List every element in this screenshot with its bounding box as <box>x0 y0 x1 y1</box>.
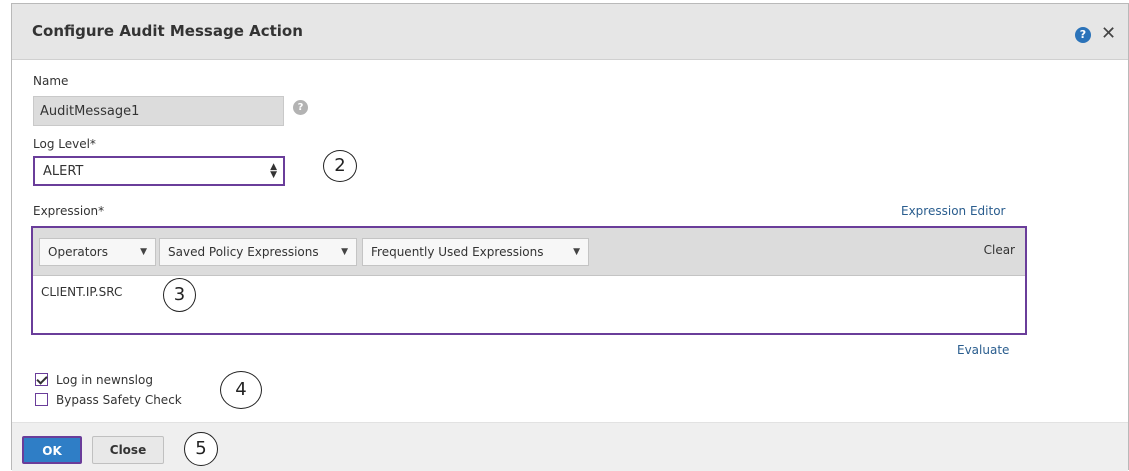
name-help-icon[interactable]: ? <box>293 100 308 115</box>
dialog-title: Configure Audit Message Action <box>32 22 303 40</box>
help-icon[interactable]: ? <box>1075 27 1091 43</box>
clear-button[interactable]: Clear <box>984 243 1015 257</box>
ok-button[interactable]: OK <box>22 436 82 464</box>
callout-2: 2 <box>323 150 357 182</box>
evaluate-link[interactable]: Evaluate <box>957 343 1009 357</box>
log-level-select[interactable]: ALERT ▲ ▼ <box>33 156 285 186</box>
chevron-down-icon: ▼ <box>573 247 580 257</box>
log-level-value: ALERT <box>43 164 84 179</box>
log-level-label: Log Level* <box>33 137 96 151</box>
close-icon[interactable]: ✕ <box>1101 24 1116 44</box>
log-in-newnslog-checkbox[interactable] <box>35 373 48 386</box>
callout-5: 5 <box>184 432 218 466</box>
expression-textarea[interactable]: CLIENT.IP.SRC <box>41 285 122 299</box>
expression-label: Expression* <box>33 204 105 218</box>
expression-toolbar: Operators ▼ Saved Policy Expressions ▼ F… <box>33 228 1025 276</box>
select-arrows-icon: ▲ ▼ <box>270 162 277 180</box>
callout-4: 4 <box>220 371 262 409</box>
frequently-used-expressions-dropdown[interactable]: Frequently Used Expressions ▼ <box>362 238 589 266</box>
log-in-newnslog-option[interactable]: Log in newnslog <box>35 373 153 387</box>
close-button[interactable]: Close <box>92 436 164 464</box>
bypass-safety-check-label: Bypass Safety Check <box>56 393 182 407</box>
operators-dropdown[interactable]: Operators ▼ <box>39 238 156 266</box>
expression-box: Operators ▼ Saved Policy Expressions ▼ F… <box>31 226 1027 335</box>
saved-policy-label: Saved Policy Expressions <box>168 245 319 259</box>
expression-editor-link[interactable]: Expression Editor <box>901 204 1005 218</box>
dialog-footer: OK Close 5 <box>12 422 1128 471</box>
callout-3: 3 <box>163 278 196 312</box>
log-in-newnslog-label: Log in newnslog <box>56 373 153 387</box>
chevron-down-icon: ▼ <box>341 247 348 257</box>
chevron-down-icon: ▼ <box>140 247 147 257</box>
dialog-titlebar: Configure Audit Message Action ? ✕ <box>12 4 1128 60</box>
operators-label: Operators <box>48 245 108 259</box>
saved-policy-expressions-dropdown[interactable]: Saved Policy Expressions ▼ <box>159 238 357 266</box>
bypass-safety-check-option[interactable]: Bypass Safety Check <box>35 393 182 407</box>
name-label: Name <box>33 74 69 88</box>
bypass-safety-check-checkbox[interactable] <box>35 393 48 406</box>
frequently-used-label: Frequently Used Expressions <box>371 245 544 259</box>
name-field[interactable]: AuditMessage1 <box>33 96 284 126</box>
configure-audit-message-dialog: Configure Audit Message Action ? ✕ Name … <box>11 3 1129 471</box>
